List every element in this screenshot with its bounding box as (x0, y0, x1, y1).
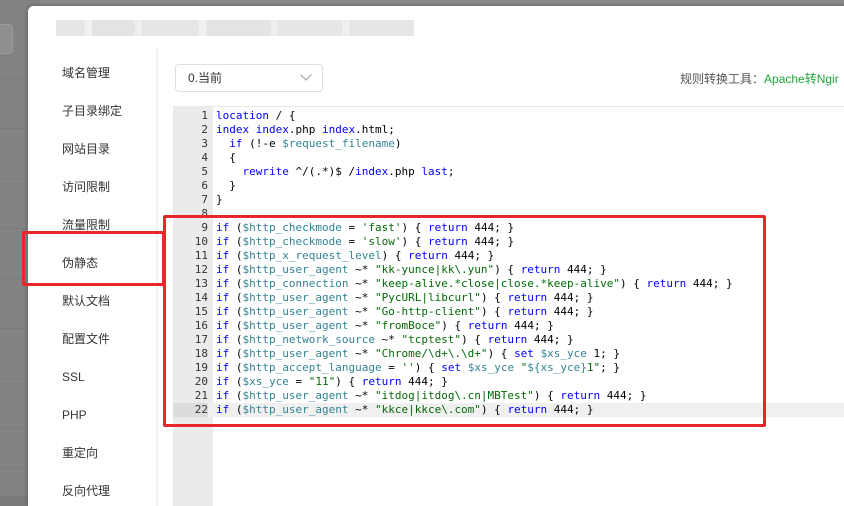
line-number: 9 (201, 221, 208, 234)
code-text: if ($http_user_agent ~* "itdog|itdog\.cn… (216, 389, 647, 402)
code-line[interactable]: 11 if ($http_x_request_level) { return 44… (173, 249, 844, 263)
code-text: if ($http_user_agent ~* "Chrome/\d+\.\d+… (216, 347, 621, 360)
code-line[interactable]: 4 { (173, 151, 844, 165)
line-number: 11 (194, 249, 208, 262)
line-number: 12 (194, 263, 208, 276)
code-text: if ($http_checkmode = 'slow') { return 4… (216, 235, 515, 248)
code-line[interactable]: 20 if ($xs_yce = "11") { return 444; } (173, 375, 844, 389)
settings-sidebar: 域名管理 子目录绑定 网站目录 访问限制 流量限制 伪静态 默认文档 配置文件 … (28, 48, 160, 506)
code-text: if ($http_user_agent ~* "kkce|kkce\.com"… (216, 403, 594, 416)
code-text: location / { (216, 109, 296, 122)
code-line[interactable]: 19 if ($http_accept_language = '') { set … (173, 361, 844, 375)
sidebar-item-domain[interactable]: 域名管理 (28, 54, 156, 92)
line-number: 21 (194, 389, 208, 402)
line-number: 4 (201, 151, 208, 164)
code-editor[interactable]: 1 location / { 2 index index.php index.html… (173, 106, 844, 506)
code-line[interactable]: 17 if ($http_network_source ~* "tcptest")… (173, 333, 844, 347)
code-line[interactable]: 18 if ($http_user_agent ~* "Chrome/\d+\.\… (173, 347, 844, 361)
code-line[interactable]: 3 if (!-e $request_filename) (173, 137, 844, 151)
line-number: 6 (201, 179, 208, 192)
code-line[interactable]: 5 rewrite ^/(.*)$ /index.php last; (173, 165, 844, 179)
line-number: 8 (201, 207, 208, 220)
code-text: if ($http_user_agent ~* "PycURL|libcurl"… (216, 291, 594, 304)
chevron-down-icon (300, 69, 312, 81)
code-line[interactable]: 13 if ($http_connection ~* "keep-alive.*c… (173, 277, 844, 291)
rewrite-template-select[interactable]: 0.当前 (175, 64, 323, 92)
line-number: 1 (201, 109, 208, 122)
code-text: if ($http_connection ~* "keep-alive.*clo… (216, 277, 733, 290)
code-text: if ($http_user_agent ~* "Go-http-client"… (216, 305, 594, 318)
code-line[interactable]: 15 if ($http_user_agent ~* "Go-http-clien… (173, 305, 844, 319)
dialog-header (28, 6, 844, 48)
rewrite-panel: 0.当前 规则转换工具：Apache转Ngir 1 location / { 2 in… (156, 48, 844, 506)
code-text: } (216, 193, 223, 206)
sidebar-item-subdir-binding[interactable]: 子目录绑定 (28, 92, 156, 130)
code-text: if ($http_accept_language = '') { set $x… (216, 361, 621, 374)
line-number: 19 (194, 361, 208, 374)
rewrite-panel-body: 0.当前 规则转换工具：Apache转Ngir 1 location / { 2 in… (158, 48, 844, 506)
code-line[interactable]: 7} (173, 193, 844, 207)
sidebar-item-reverse-proxy[interactable]: 反向代理 (28, 472, 156, 506)
line-number: 15 (194, 305, 208, 318)
sidebar-item-site-dir[interactable]: 网站目录 (28, 130, 156, 168)
sidebar-item-traffic-limit[interactable]: 流量限制 (28, 206, 156, 244)
converter-label: 规则转换工具： (680, 72, 765, 86)
code-text: if ($http_x_request_level) { return 444;… (216, 249, 495, 262)
sidebar-item-access-limit[interactable]: 访问限制 (28, 168, 156, 206)
rewrite-template-value: 0.当前 (188, 71, 223, 85)
line-number: 3 (201, 137, 208, 150)
sidebar-item-config-file[interactable]: 配置文件 (28, 320, 156, 358)
line-number: 18 (194, 347, 208, 360)
code-text: } (216, 179, 236, 192)
code-text: if ($http_user_agent ~* "fromBoce") { re… (216, 319, 554, 332)
converter-link[interactable]: Apache转Ngir (764, 72, 839, 86)
sidebar-item-redirect[interactable]: 重定向 (28, 434, 156, 472)
code-line[interactable]: 6 } (173, 179, 844, 193)
code-line[interactable]: 22 if ($http_user_agent ~* "kkce|kkce\.co… (173, 403, 844, 417)
line-number: 16 (194, 319, 208, 332)
line-number: 5 (201, 165, 208, 178)
line-number: 13 (194, 277, 208, 290)
code-text: { (216, 151, 236, 164)
code-line[interactable]: 14 if ($http_user_agent ~* "PycURL|libcur… (173, 291, 844, 305)
line-number: 2 (201, 123, 208, 136)
sidebar-item-ssl[interactable]: SSL (28, 358, 156, 396)
line-number: 22 (173, 403, 208, 417)
code-text: index index.php index.html; (216, 123, 395, 136)
converter-tool: 规则转换工具：Apache转Ngir (680, 70, 839, 87)
code-line[interactable]: 2 index index.php index.html; (173, 123, 844, 137)
code-text: if ($http_checkmode = 'fast') { return 4… (216, 221, 515, 234)
code-text: if (!-e $request_filename) (229, 137, 402, 150)
code-line[interactable]: 10 if ($http_checkmode = 'slow') { return… (173, 235, 844, 249)
line-number: 7 (201, 193, 208, 206)
line-number: 14 (194, 291, 208, 304)
code-line[interactable]: 21 if ($http_user_agent ~* "itdog|itdog\.… (173, 389, 844, 403)
sidebar-item-default-doc[interactable]: 默认文档 (28, 282, 156, 320)
sidebar-item-rewrite[interactable]: 伪静态 (28, 244, 160, 282)
line-number: 20 (194, 375, 208, 388)
code-line[interactable]: 9 if ($http_checkmode = 'fast') { return … (173, 221, 844, 235)
code-text: if ($http_user_agent ~* "kk-yunce|kk\.yu… (216, 263, 607, 276)
line-number: 17 (194, 333, 208, 346)
line-number: 10 (194, 235, 208, 248)
site-settings-dialog: 域名管理 子目录绑定 网站目录 访问限制 流量限制 伪静态 默认文档 配置文件 … (28, 6, 844, 506)
code-text: if ($http_network_source ~* "tcptest") {… (216, 333, 574, 346)
sidebar-item-php[interactable]: PHP (28, 396, 156, 434)
code-text: rewrite ^/(.*)$ /index.php last; (242, 165, 455, 178)
dialog-title-redacted (56, 20, 414, 36)
code-line[interactable]: 8 (173, 207, 844, 221)
background-tab (0, 24, 13, 54)
code-line[interactable]: 1 location / { (173, 109, 844, 123)
code-line[interactable]: 12 if ($http_user_agent ~* "kk-yunce|kk\.… (173, 263, 844, 277)
code-text: if ($xs_yce = "11") { return 444; } (216, 375, 448, 388)
code-line[interactable]: 16 if ($http_user_agent ~* "fromBoce") { … (173, 319, 844, 333)
